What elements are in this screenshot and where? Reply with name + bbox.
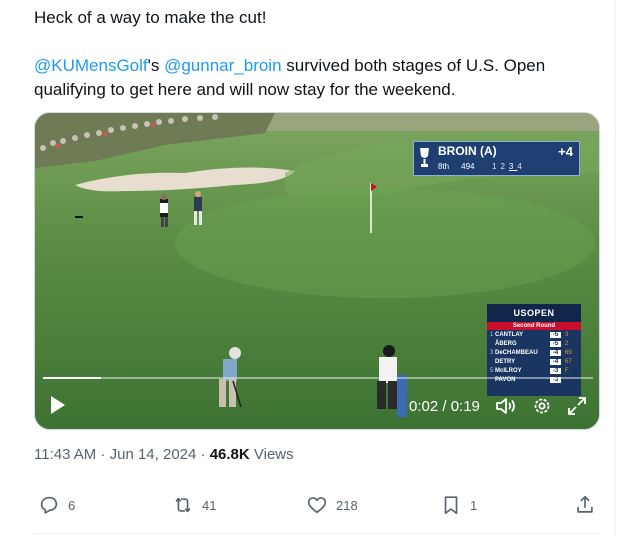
leaderboard-row: ÅBERG -5 2 [487, 339, 581, 348]
leaderboard-row: DETRY -4 67 [487, 357, 581, 366]
fullscreen-icon[interactable] [567, 396, 587, 416]
player-total-score: +4 [558, 144, 573, 159]
tweet-line-3: qualifying to get here and will now stay… [34, 80, 456, 99]
row-thru: 67 [565, 358, 572, 365]
mention-kumensgolf[interactable]: @KUMensGolf [34, 56, 148, 75]
video-player[interactable]: BROIN (A) 8th 494 1234 +4 USOPEN Second R… [34, 112, 600, 430]
row-thru: 2 [565, 340, 569, 347]
tweet-date[interactable]: Jun 14, 2024 [110, 446, 197, 463]
row-score: -5 [550, 340, 561, 347]
tweet-text-rest: survived both stages of U.S. Open [281, 56, 546, 75]
volume-icon[interactable] [495, 396, 517, 416]
row-thru: F [565, 367, 569, 374]
play-icon[interactable] [49, 395, 67, 415]
bookmark-icon [444, 496, 458, 515]
possessive-text: 's [147, 56, 165, 75]
leaderboard-row: 3 DeCHAMBEAU -4 69 [487, 348, 581, 357]
hole-number: 4 [517, 162, 526, 171]
row-thru: 3 [565, 331, 569, 338]
row-score: -4 [550, 358, 561, 365]
leaderboard: USOPEN Second Round 1 CANTLAY -5 3 ÅBERG -5 2… [487, 304, 581, 396]
player-scorecard: BROIN (A) 8th 494 1234 +4 [413, 141, 580, 176]
tweet-meta: 11:43 AM · Jun 14, 2024 · 46.8K Views [34, 446, 294, 463]
row-name: DETRY [495, 358, 516, 365]
video-time: 0:02 / 0:19 [409, 398, 480, 415]
hole-numbers: 1234 [492, 162, 526, 171]
round-label: Second Round [487, 322, 581, 330]
player-name: BROIN (A) [438, 144, 497, 158]
repost-icon [175, 497, 191, 513]
row-name: McILROY [495, 367, 522, 374]
row-name: DeCHAMBEAU [495, 349, 538, 356]
meta-separator: · [196, 446, 210, 463]
mention-gunnar-broin[interactable]: @gunnar_broin [164, 56, 281, 75]
row-score: -3 [550, 367, 561, 374]
row-name: CANTLAY [495, 331, 524, 338]
player-stats: 8th 494 [438, 162, 486, 171]
share-button[interactable] [574, 494, 604, 516]
leaderboard-row: 5 McILROY -3 F [487, 366, 581, 375]
repost-count: 41 [202, 497, 217, 513]
bookmark-button[interactable]: 1 [440, 494, 477, 516]
tweet-line-2: @KUMensGolf's @gunnar_broin survived bot… [34, 54, 594, 78]
reply-button[interactable]: 6 [38, 494, 75, 516]
like-icon [307, 497, 327, 514]
bookmark-count: 1 [470, 497, 478, 513]
player-position: 8th [438, 162, 450, 171]
views-count: 46.8K [209, 446, 250, 463]
repost-button[interactable]: 41 [172, 494, 216, 516]
settings-icon[interactable] [532, 396, 552, 416]
share-icon [577, 495, 593, 513]
row-name: ÅBERG [495, 340, 517, 347]
bottom-divider [34, 533, 600, 534]
reply-icon [40, 496, 58, 514]
views-label: Views [249, 446, 294, 463]
timeline-border [615, 0, 616, 536]
video-progress-fill [43, 377, 101, 379]
leaderboard-row: 1 CANTLAY -5 3 [487, 330, 581, 339]
meta-separator: · [96, 446, 110, 463]
row-score: -5 [550, 331, 561, 338]
hole-number: 2 [500, 162, 509, 171]
usga-trophy-icon [420, 148, 429, 167]
hole-yards: 494 [461, 162, 475, 171]
tweet-line-1: Heck of a way to make the cut! [34, 8, 267, 27]
row-thru: 69 [565, 349, 572, 356]
tweet-text: Heck of a way to make the cut! @KUMensGo… [34, 2, 594, 102]
row-score: -4 [550, 349, 561, 356]
video-progress-bar[interactable] [43, 377, 593, 379]
like-count: 218 [336, 497, 358, 513]
tweet-time[interactable]: 11:43 AM [34, 446, 96, 463]
like-button[interactable]: 218 [306, 494, 358, 516]
action-bar: 6 41 218 1 [34, 494, 600, 518]
reply-count: 6 [68, 497, 76, 513]
usopen-logo: USOPEN [487, 304, 581, 322]
